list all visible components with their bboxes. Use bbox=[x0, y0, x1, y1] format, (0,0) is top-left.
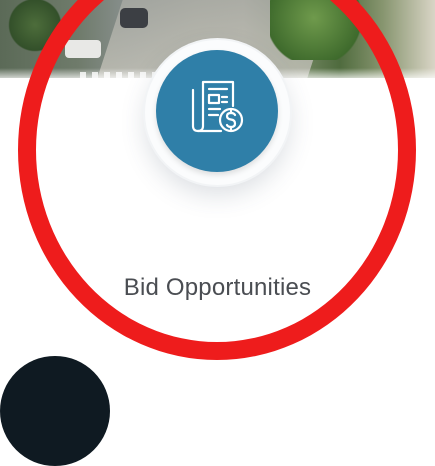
card-title[interactable]: Bid Opportunities bbox=[0, 274, 435, 302]
bid-document-dollar-icon[interactable] bbox=[156, 50, 278, 172]
adjacent-card-icon bbox=[0, 356, 110, 466]
bid-opportunities-card[interactable]: Bid Opportunities bbox=[0, 40, 435, 372]
